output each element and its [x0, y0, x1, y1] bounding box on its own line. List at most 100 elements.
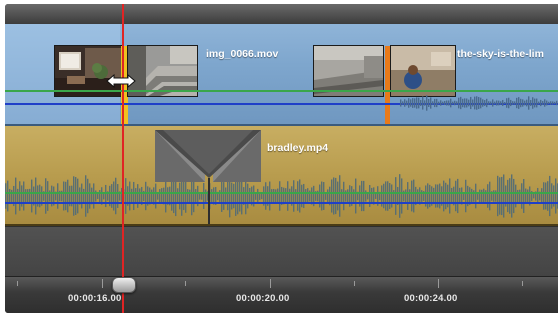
- waveform-sample: [337, 181, 339, 211]
- waveform-sample: [548, 101, 550, 105]
- waveform-sample: [432, 101, 434, 105]
- volume-line[interactable]: [5, 192, 558, 194]
- waveform-sample: [520, 98, 522, 108]
- waveform-sample: [554, 101, 556, 105]
- waveform-sample: [439, 183, 441, 209]
- waveform-sample: [361, 180, 363, 212]
- clip-label-img-0066: img_0066.mov: [206, 48, 279, 60]
- waveform-sample: [93, 183, 95, 209]
- waveform-sample: [81, 183, 83, 209]
- waveform-sample: [538, 101, 540, 105]
- waveform-sample: [279, 181, 281, 211]
- waveform-sample: [5, 183, 7, 209]
- waveform-sample: [444, 100, 446, 106]
- waveform-sample: [443, 180, 445, 212]
- waveform-sample: [31, 179, 33, 213]
- waveform-sample: [550, 101, 552, 105]
- waveform-sample: [407, 182, 409, 210]
- waveform-sample: [137, 184, 139, 208]
- ruler-tick: [17, 281, 18, 286]
- waveform-sample: [540, 99, 542, 107]
- waveform-sample: [446, 100, 448, 106]
- waveform-sample: [269, 181, 271, 211]
- playhead-scrubber-handle[interactable]: [112, 277, 136, 293]
- ruler-tick: [438, 279, 439, 288]
- time-ruler[interactable]: 00:00:16.00 00:00:20.00 00:00:24.00: [5, 276, 558, 313]
- empty-track[interactable]: [5, 226, 558, 277]
- waveform-sample: [456, 101, 458, 105]
- waveform-sample: [533, 193, 535, 199]
- person-by-wall-thumbnail[interactable]: [391, 46, 455, 96]
- waveform-sample: [125, 178, 127, 214]
- waveform-sample: [63, 181, 65, 211]
- ruler-tick: [185, 281, 186, 286]
- waveform-sample: [482, 99, 484, 107]
- waveform-sample: [399, 174, 401, 218]
- waveform-sample: [389, 183, 391, 209]
- transition-marker[interactable]: [155, 130, 263, 226]
- waveform-sample: [435, 184, 437, 208]
- waveform-sample: [454, 100, 456, 106]
- ruler-tick: [102, 279, 103, 288]
- waveform-sample: [335, 177, 337, 215]
- waveform-sample: [401, 178, 403, 214]
- waveform-sample: [494, 101, 496, 105]
- waveform-sample: [489, 181, 491, 211]
- waveform-sample: [445, 182, 447, 210]
- waveform-sample: [528, 96, 530, 110]
- waveform-sample: [75, 177, 77, 215]
- waveform-sample: [475, 183, 477, 209]
- waveform-sample: [498, 100, 500, 106]
- waveform-sample: [549, 175, 551, 217]
- waveform-sample: [402, 101, 404, 105]
- waveform-sample: [408, 98, 410, 108]
- waveform-sample: [499, 177, 501, 215]
- stone-steps-thumbnail[interactable]: [128, 46, 197, 96]
- waveform-sample: [546, 100, 548, 106]
- waveform-sample: [420, 100, 422, 106]
- waveform-sample: [303, 183, 305, 209]
- waveform-sample: [430, 97, 432, 109]
- waveform-sample: [466, 98, 468, 108]
- waveform-sample: [411, 180, 413, 212]
- room-interior-thumbnail[interactable]: [55, 46, 123, 96]
- waveform-sample: [504, 102, 506, 104]
- waveform-sample: [331, 179, 333, 213]
- waveform-sample: [442, 101, 444, 105]
- waveform-sample: [551, 183, 553, 209]
- waveform-sample: [521, 183, 523, 209]
- clip-edge-marker[interactable]: [385, 46, 390, 124]
- waveform-sample: [387, 181, 389, 211]
- waveform-sample: [488, 101, 490, 105]
- waveform-sample: [319, 184, 321, 208]
- waveform-sample: [404, 99, 406, 107]
- timecode-label: 00:00:24.00: [404, 293, 458, 304]
- stone-steps-thumbnail[interactable]: [314, 46, 383, 96]
- waveform-sample: [536, 98, 538, 108]
- waveform-sample: [503, 174, 505, 218]
- waveform-sample: [478, 97, 480, 109]
- waveform-sample: [508, 97, 510, 109]
- waveform-sample: [413, 179, 415, 213]
- waveform-sample: [343, 181, 345, 211]
- waveform-sample: [145, 181, 147, 211]
- waveform-sample: [424, 100, 426, 106]
- audio-track[interactable]: bradley.mp4: [5, 126, 558, 226]
- waveform-sample: [440, 100, 442, 106]
- waveform-sample: [524, 100, 526, 106]
- waveform-sample: [484, 100, 486, 106]
- playhead[interactable]: [122, 4, 124, 313]
- waveform-sample: [133, 181, 135, 211]
- waveform-sample: [293, 180, 295, 212]
- waveform-sample: [87, 178, 89, 214]
- video-clip-audio-waveform: [400, 95, 558, 111]
- waveform-sample: [487, 184, 489, 208]
- waveform-sample: [530, 100, 532, 106]
- waveform-sample: [428, 98, 430, 108]
- waveform-sample: [400, 99, 402, 107]
- waveform-sample: [422, 96, 424, 110]
- trim-cursor-icon: [106, 74, 136, 88]
- audio-level-line[interactable]: [5, 202, 558, 204]
- waveform-sample: [355, 178, 357, 214]
- video-track[interactable]: img_0066.mov the-sky-is-the-lim: [5, 24, 558, 126]
